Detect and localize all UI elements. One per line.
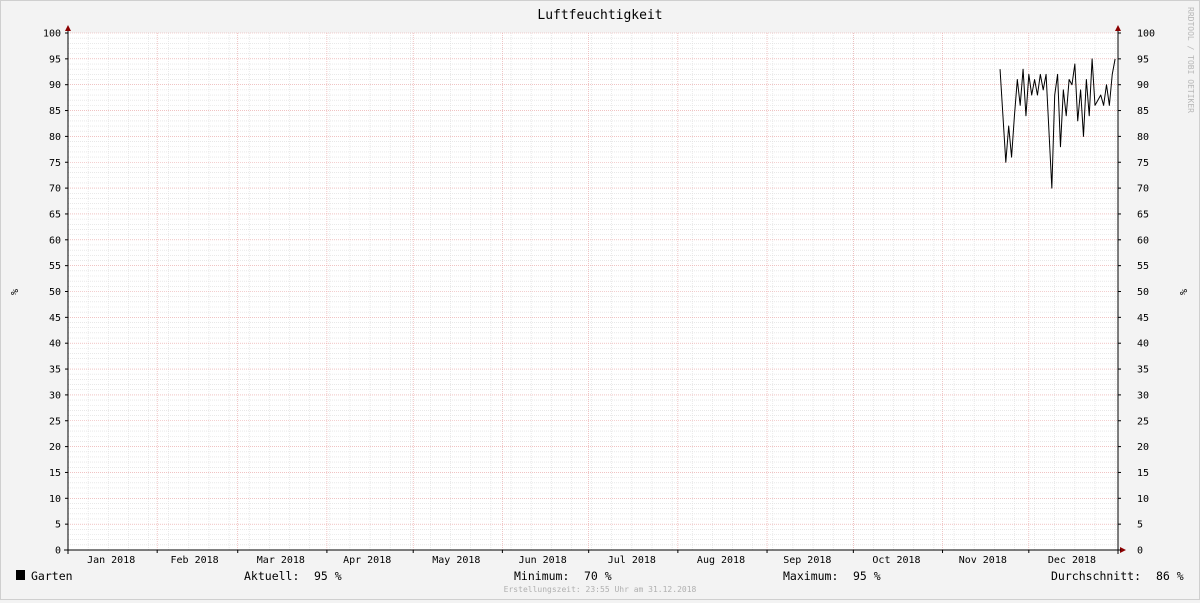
y-tick-label-left: 50: [49, 287, 61, 298]
y-tick-label-left: 30: [49, 390, 61, 401]
y-tick-label-right: 80: [1137, 132, 1149, 143]
y-tick-label-left: 70: [49, 184, 61, 195]
y-tick-label-left: 5: [55, 520, 61, 531]
y-axis-arrow-left-icon: [65, 25, 71, 31]
legend-swatch-garten: [16, 570, 25, 580]
y-axis-arrow-right-icon: [1115, 25, 1121, 31]
x-tick-label: Sep 2018: [783, 555, 831, 566]
y-tick-label-right: 40: [1137, 339, 1149, 350]
y-tick-label-left: 85: [49, 106, 61, 117]
y-tick-label-right: 90: [1137, 80, 1149, 91]
chart-frame: Luftfeuchtigkeit 0 0 5 5 10 10 15 15 20 20 25 25 30 3…: [0, 0, 1200, 600]
x-tick-label: May 2018: [432, 555, 480, 566]
x-tick-label: Apr 2018: [343, 555, 391, 566]
y-tick-label-right: 60: [1137, 235, 1149, 246]
y-tick-label-left: 65: [49, 209, 61, 220]
legend-durchschnitt-label: Durchschnitt:: [1051, 569, 1141, 583]
y-tick-label-right: 30: [1137, 390, 1149, 401]
x-tick-label: Jul 2018: [608, 555, 656, 566]
y-tick-label-left: 80: [49, 132, 61, 143]
x-tick-label: Nov 2018: [959, 555, 1007, 566]
legend-durchschnitt-value: 86 %: [1156, 569, 1184, 583]
y-axis-label-right: %: [1177, 289, 1188, 295]
humidity-chart: Luftfeuchtigkeit 0 05 510 1015 1520 2025 2530 3…: [8, 7, 1195, 594]
y-tick-label-right: 100: [1137, 29, 1155, 40]
legend-minimum-label: Minimum:: [514, 569, 569, 583]
y-tick-label-left: 45: [49, 313, 61, 324]
x-tick-label: Aug 2018: [697, 555, 745, 566]
y-tick-label-right: 15: [1137, 468, 1149, 479]
y-tick-label-left: 75: [49, 158, 61, 169]
y-tick-label-right: 5: [1137, 520, 1143, 531]
y-tick-label-left: 95: [49, 54, 61, 65]
y-tick-label-right: 50: [1137, 287, 1149, 298]
legend-series-name: Garten: [31, 569, 73, 583]
y-tick-label-left: 35: [49, 365, 61, 376]
x-tick-label: Mar 2018: [257, 555, 305, 566]
y-tick-label-right: 95: [1137, 54, 1149, 65]
chart-title: Luftfeuchtigkeit: [537, 8, 662, 23]
legend-minimum-value: 70 %: [584, 569, 612, 583]
y-tick-label-right: 75: [1137, 158, 1149, 169]
y-tick-label-left: 60: [49, 235, 61, 246]
y-tick-label-right: 0: [1137, 546, 1143, 557]
y-tick-label-right: 10: [1137, 494, 1149, 505]
legend-aktuell-label: Aktuell:: [244, 569, 299, 583]
y-tick-label-right: 65: [1137, 209, 1149, 220]
x-tick-label: Jun 2018: [519, 555, 567, 566]
y-tick-label-right: 70: [1137, 184, 1149, 195]
y-tick-label-left: 40: [49, 339, 61, 350]
footer-creation-time: Erstellungszeit: 23:55 Uhr am 31.12.2018: [504, 585, 697, 594]
x-tick-label: Oct 2018: [872, 555, 920, 566]
y-tick-label-left: 25: [49, 416, 61, 427]
y-tick-label-right: 85: [1137, 106, 1149, 117]
y-tick-label-right: 35: [1137, 365, 1149, 376]
y-tick-label-right: 20: [1137, 442, 1149, 453]
y-tick-label-left: 10: [49, 494, 61, 505]
y-tick-label-left: 15: [49, 468, 61, 479]
x-tick-label: Jan 2018: [87, 555, 135, 566]
y-tick-label-left: 90: [49, 80, 61, 91]
x-tick-label: Feb 2018: [170, 555, 218, 566]
legend-aktuell-value: 95 %: [314, 569, 342, 583]
y-tick-label-right: 55: [1137, 261, 1149, 272]
rrdtool-watermark: RRDTOOL / TOBI OETIKER: [1186, 7, 1195, 113]
legend-maximum-value: 95 %: [853, 569, 881, 583]
y-axis-label-left: %: [8, 289, 19, 295]
y-tick-label-left: 55: [49, 261, 61, 272]
y-tick-label-right: 45: [1137, 313, 1149, 324]
legend-maximum-label: Maximum:: [783, 569, 838, 583]
y-tick-label-right: 25: [1137, 416, 1149, 427]
x-tick-label: Dec 2018: [1048, 555, 1096, 566]
y-tick-label-left: 20: [49, 442, 61, 453]
y-tick-label-left: 0: [55, 546, 61, 557]
y-tick-label-left: 100: [43, 29, 61, 40]
